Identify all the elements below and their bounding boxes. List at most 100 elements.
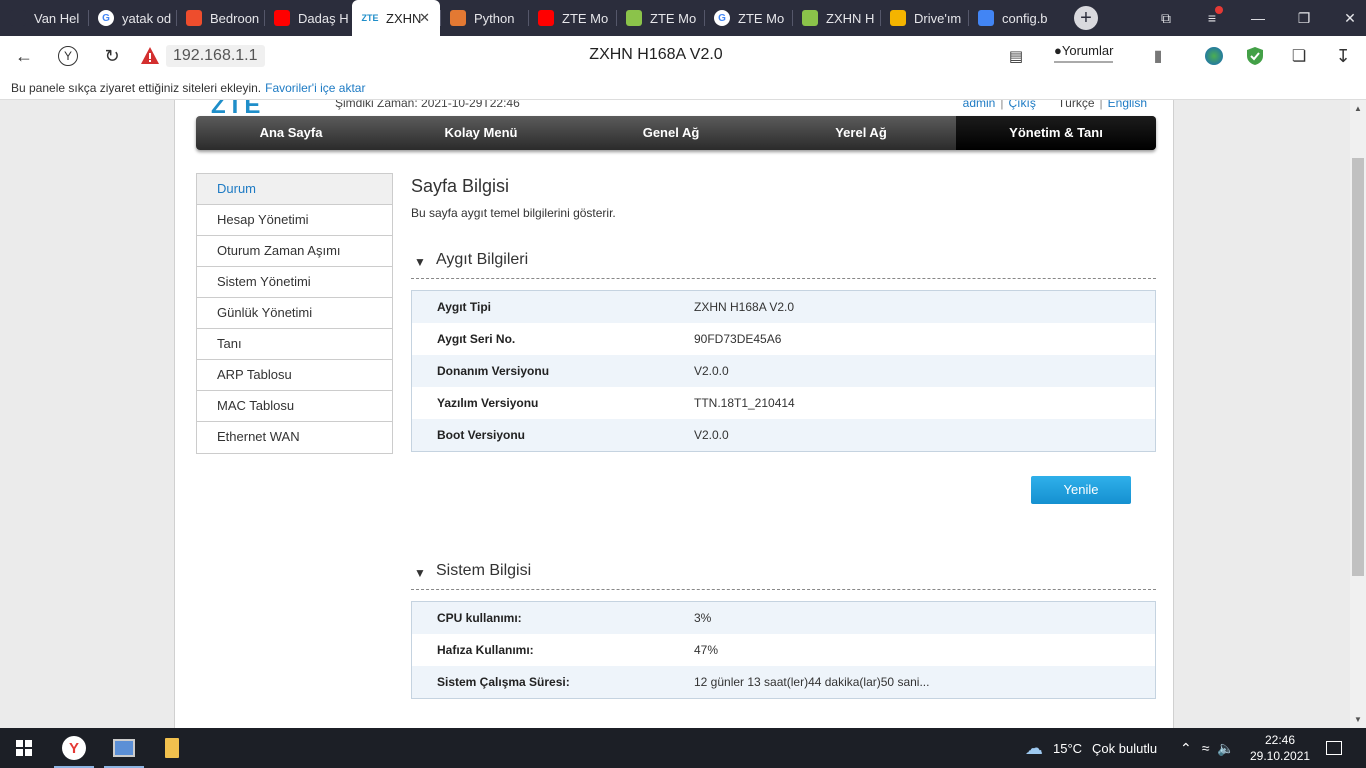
browser-tab[interactable]: Python <box>440 0 528 36</box>
browser-tab[interactable]: Gyatak od <box>88 0 176 36</box>
browser-tab[interactable]: ZTE Mo <box>528 0 616 36</box>
logout-link[interactable]: Çıkış <box>1008 100 1035 110</box>
main-nav-item[interactable]: Yönetim & Tanı <box>956 116 1156 150</box>
browser-tab[interactable]: Drive'ım <box>880 0 968 36</box>
system-info-title: Sistem Bilgisi <box>436 562 532 579</box>
side-menu-item[interactable]: Tanı <box>197 329 392 360</box>
browser-tab[interactable]: Van Hel <box>0 0 88 36</box>
system-clock[interactable]: 22:46 29.10.2021 <box>1250 732 1310 764</box>
row-value: 90FD73DE45A6 <box>694 332 782 346</box>
notifications-icon[interactable] <box>1310 728 1358 768</box>
browser-tab[interactable]: Dadaş H <box>264 0 352 36</box>
google-icon: G <box>98 10 114 26</box>
cloud-icon: ☁ <box>1025 737 1043 758</box>
browser-tab[interactable]: ZTE ZXHN ✕ <box>352 0 440 36</box>
side-menu-item[interactable]: ARP Tablosu <box>197 360 392 391</box>
row-label: Boot Versiyonu <box>437 428 526 442</box>
tab-label: config.b <box>1002 10 1048 26</box>
browser-tab[interactable]: ZTE Mo <box>616 0 704 36</box>
import-favorites-link[interactable]: Favoriler'i içe aktar <box>265 81 365 95</box>
taskbar: Y ☁ 15°C Çok bulutlu ⌃ ≈ 🔈 22:46 29.10.2… <box>0 728 1366 768</box>
side-menu-item[interactable]: Günlük Yönetimi <box>197 298 392 329</box>
side-menu-item[interactable]: Hesap Yönetimi <box>197 205 392 236</box>
collections-icon[interactable]: ❏ <box>1287 44 1311 68</box>
row-label: Yazılım Versiyonu <box>437 396 539 410</box>
table-row: Aygıt Seri No. 90FD73DE45A6 <box>412 323 1155 355</box>
python-icon <box>450 10 466 26</box>
remote-desktop-icon[interactable] <box>100 728 148 768</box>
main-nav-item[interactable]: Genel Ağ <box>576 116 766 150</box>
translate-icon[interactable]: ▤ <box>1004 44 1028 68</box>
collapse-triangle-icon: ▼ <box>414 255 426 269</box>
window-controls: ⧉ ≡ — ❐ ✕ <box>1143 0 1366 36</box>
section-description: Bu sayfa aygıt temel bilgilerini gösteri… <box>411 206 616 220</box>
tabs-overview-icon[interactable]: ⧉ <box>1143 10 1189 27</box>
current-time: Şimdiki Zaman: 2021-10-29T22:46 <box>335 100 520 110</box>
page-scrollbar[interactable]: ▲ ▼ <box>1350 100 1366 728</box>
tab-label: ZTE Mo <box>562 10 609 26</box>
main-nav-item[interactable]: Kolay Menü <box>386 116 576 150</box>
table-row: Boot Versiyonu V2.0.0 <box>412 419 1155 451</box>
windows-start-icon[interactable] <box>0 728 48 768</box>
main-nav-item[interactable]: Ana Sayfa <box>196 116 386 150</box>
row-label: Aygıt Seri No. <box>437 332 516 346</box>
scroll-thumb[interactable] <box>1352 158 1364 576</box>
clock-time: 22:46 <box>1264 733 1296 747</box>
tab-label: Drive'ım <box>914 10 962 26</box>
globe-extension-icon[interactable] <box>1202 44 1226 68</box>
row-value: V2.0.0 <box>694 428 729 442</box>
favorites-bar: Bu panele sıkça ziyaret ettiğiniz sitele… <box>0 76 1366 100</box>
download-icon[interactable]: ↧ <box>1331 44 1355 68</box>
device-info-header[interactable]: ▼ Aygıt Bilgileri <box>411 245 1156 279</box>
table-row: Donanım Versiyonu V2.0.0 <box>412 355 1155 387</box>
browser-tab[interactable]: Bedroon <box>176 0 264 36</box>
table-row: CPU kullanımı: 3% <box>412 602 1155 634</box>
row-value: 47% <box>694 643 719 657</box>
comments-button[interactable]: ●Yorumlar <box>1054 43 1114 63</box>
browser-tab[interactable]: G ZTE Mo <box>704 0 792 36</box>
row-label: CPU kullanımı: <box>437 611 522 625</box>
system-info-header[interactable]: ▼ Sistem Bilgisi <box>411 556 1156 590</box>
tab-label: ZTE Mo <box>650 10 697 26</box>
scroll-up-icon[interactable]: ▲ <box>1350 104 1366 113</box>
side-menu: Durum Hesap Yönetimi Oturum Zaman Aşımı Sis… <box>196 173 393 454</box>
device-info-title: Aygıt Bilgileri <box>436 251 529 268</box>
volume-icon[interactable]: 🔈 <box>1217 740 1234 757</box>
side-menu-item[interactable]: Durum <box>197 174 392 205</box>
table-row: Aygıt Tipi ZXHN H168A V2.0 <box>412 291 1155 323</box>
close-window-icon[interactable]: ✕ <box>1327 10 1366 27</box>
table-row: Sistem Çalışma Süresi: 12 günler 13 saat(… <box>412 666 1155 698</box>
drive-icon <box>890 10 906 26</box>
side-menu-item[interactable]: Oturum Zaman Aşımı <box>197 236 392 267</box>
wifi-icon[interactable]: ≈ <box>1202 740 1210 756</box>
side-menu-item[interactable]: Sistem Yönetimi <box>197 267 392 298</box>
yandex-browser-icon[interactable]: Y <box>50 728 98 768</box>
youtube-icon <box>538 10 554 26</box>
minimize-icon[interactable]: — <box>1235 10 1281 26</box>
browser-tab[interactable]: config.b <box>968 0 1056 36</box>
row-label: Sistem Çalışma Süresi: <box>437 675 570 689</box>
side-menu-item[interactable]: Ethernet WAN <box>197 422 392 453</box>
browser-tab[interactable]: ZXHN H <box>792 0 880 36</box>
new-tab-button[interactable]: + <box>1074 6 1098 30</box>
file-explorer-icon[interactable] <box>148 728 196 768</box>
row-label: Aygıt Tipi <box>437 300 491 314</box>
user-link[interactable]: admin <box>963 100 996 110</box>
lang-english[interactable]: English <box>1108 100 1147 110</box>
bookmark-icon[interactable]: ▮ <box>1146 44 1170 68</box>
main-nav-item[interactable]: Yerel Ağ <box>766 116 956 150</box>
browser-navbar: ← Y ↻ 192.168.1.1 ZXHN H168A V2.0 ▤ ●Yor… <box>0 36 1366 76</box>
row-label: Hafıza Kullanımı: <box>437 643 534 657</box>
close-tab-icon[interactable]: ✕ <box>419 10 430 26</box>
lang-turkish[interactable]: Türkçe <box>1058 100 1095 110</box>
table-row: Hafıza Kullanımı: 47% <box>412 634 1155 666</box>
weather-widget[interactable]: ☁ 15°C Çok bulutlu <box>1025 728 1157 768</box>
restore-icon[interactable]: ❐ <box>1281 10 1327 27</box>
scroll-down-icon[interactable]: ▼ <box>1350 715 1366 724</box>
side-menu-item[interactable]: MAC Tablosu <box>197 391 392 422</box>
tab-label: Van Hel <box>34 10 80 26</box>
shield-icon[interactable] <box>1243 44 1267 68</box>
chevron-up-icon[interactable]: ⌃ <box>1180 740 1192 757</box>
refresh-button[interactable]: Yenile <box>1031 476 1131 504</box>
menu-icon[interactable]: ≡ <box>1189 6 1235 26</box>
